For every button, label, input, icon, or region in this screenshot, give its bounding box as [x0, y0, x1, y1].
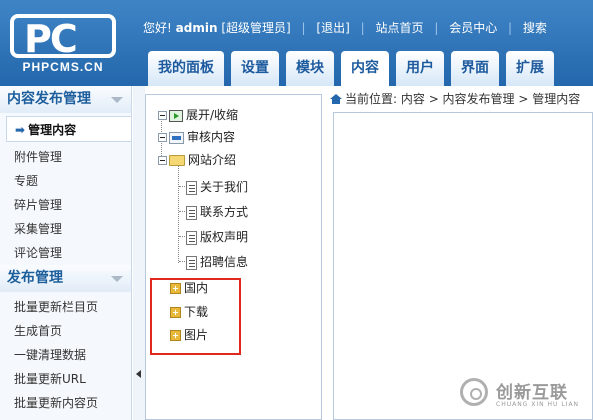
tree-connector	[178, 165, 179, 263]
collapse-box-icon[interactable]	[158, 156, 167, 165]
main-nav-tabs: 我的面板 设置 模块 内容 用户 界面 扩展	[148, 51, 561, 86]
sidebar-group-title: 内容发布管理	[7, 91, 91, 107]
user-role: [超级管理员]	[221, 21, 291, 35]
divider: |	[301, 21, 306, 35]
sidebar-item-label: 管理内容	[28, 123, 77, 137]
folder-open-icon	[169, 155, 185, 166]
tab-my-panel[interactable]: 我的面板	[148, 51, 224, 86]
phpcms-logo[interactable]: PC PHPCMS.CN	[8, 14, 118, 78]
home-icon	[330, 94, 342, 104]
tree-node-label: 审核内容	[187, 130, 236, 144]
arrow-right-icon: ➡	[15, 123, 26, 137]
sidebar-item-topics[interactable]: 专题	[0, 169, 131, 193]
search-link[interactable]: 搜索	[523, 21, 547, 35]
tree-node-site-intro[interactable]: 网站介绍	[158, 150, 236, 170]
breadcrumb-label: 当前位置:	[345, 92, 398, 106]
divider: |	[434, 21, 439, 35]
header-bar: PC PHPCMS.CN 您好! admin [超级管理员] | [退出] | …	[0, 0, 593, 86]
watermark-cn-text: 创新互联	[496, 383, 568, 403]
tree-node-about-us[interactable]: 关于我们	[186, 177, 248, 197]
collapse-arrow-icon[interactable]	[111, 97, 123, 103]
page-icon	[186, 255, 197, 270]
tab-content[interactable]: 内容	[341, 51, 389, 86]
left-sidebar: 内容发布管理 ➡ 管理内容 附件管理 专题 碎片管理 采集管理 评论管理 发布管理…	[0, 86, 132, 420]
tab-users[interactable]: 用户	[396, 51, 444, 86]
logout-link[interactable]: [退出]	[316, 21, 349, 35]
site-home-link[interactable]: 站点首页	[375, 21, 423, 35]
sidebar-item-attachments[interactable]: 附件管理	[0, 145, 131, 169]
logo-pc-box: PC	[10, 14, 116, 61]
tree-node-label: 版权声明	[200, 230, 249, 244]
watermark-circle-icon	[460, 378, 488, 406]
tree-node-toggle-all[interactable]: 展开/收缩	[158, 105, 238, 125]
main-content-frame	[333, 112, 593, 420]
collapse-left-icon[interactable]	[136, 370, 141, 378]
sidebar-item-clean-data[interactable]: 一键清理数据	[0, 343, 131, 367]
highlight-annotation-box	[150, 278, 241, 355]
sidebar-item-manage-content[interactable]: ➡ 管理内容	[6, 116, 131, 142]
member-center-link[interactable]: 会员中心	[449, 21, 497, 35]
sidebar-group-publish[interactable]: 发布管理	[0, 265, 131, 292]
logo-subtitle: PHPCMS.CN	[22, 60, 104, 74]
sidebar-item-update-content-pages[interactable]: 批量更新内容页	[0, 391, 131, 415]
breadcrumb-path[interactable]: 内容 > 内容发布管理 > 管理内容	[401, 92, 580, 106]
page-icon	[186, 205, 197, 220]
tree-node-copyright[interactable]: 版权声明	[186, 227, 248, 247]
sidebar-group-title: 发布管理	[7, 270, 63, 286]
tree-node-review[interactable]: 审核内容	[158, 127, 235, 147]
sidebar-item-collection[interactable]: 采集管理	[0, 217, 131, 241]
top-user-bar: 您好! admin [超级管理员] | [退出] | 站点首页 | 会员中心 |…	[143, 19, 547, 36]
page-icon	[186, 230, 197, 245]
greeting-text: 您好!	[143, 21, 172, 35]
sidebar-splitter[interactable]	[133, 86, 145, 420]
sidebar-item-update-url[interactable]: 批量更新URL	[0, 367, 131, 391]
tab-modules[interactable]: 模块	[286, 51, 334, 86]
watermark-en-text: CHUANG XIN HU LIAN	[496, 401, 580, 408]
category-tree-panel: 展开/收缩 审核内容 网站介绍 关于我们 联系方式 版权声明 招聘信息 国内 下…	[145, 94, 322, 420]
tree-node-label: 联系方式	[200, 205, 249, 219]
sidebar-item-comments[interactable]: 评论管理	[0, 241, 131, 265]
tree-node-label: 招聘信息	[200, 255, 249, 269]
tree-node-label: 网站介绍	[188, 153, 237, 167]
tree-node-label: 关于我们	[200, 180, 249, 194]
watermark-logo: 创新互联 CHUANG XIN HU LIAN	[460, 376, 593, 416]
sidebar-item-fragments[interactable]: 碎片管理	[0, 193, 131, 217]
collapse-box-icon[interactable]	[158, 133, 167, 142]
tab-extensions[interactable]: 扩展	[506, 51, 554, 86]
tree-node-contact[interactable]: 联系方式	[186, 202, 248, 222]
expand-toggle-icon	[169, 109, 183, 122]
sidebar-item-generate-homepage[interactable]: 生成首页	[0, 319, 131, 343]
divider: |	[508, 21, 513, 35]
username: admin	[175, 21, 218, 35]
logo-mark: PC	[24, 17, 78, 61]
tab-interface[interactable]: 界面	[451, 51, 499, 86]
page-icon	[186, 180, 197, 195]
tree-node-label: 展开/收缩	[186, 108, 239, 122]
collapse-box-icon[interactable]	[158, 111, 167, 120]
sidebar-group-content-publish[interactable]: 内容发布管理	[0, 86, 131, 113]
divider: |	[360, 21, 365, 35]
review-monitor-icon	[169, 131, 184, 144]
breadcrumb: 当前位置: 内容 > 内容发布管理 > 管理内容	[330, 90, 593, 108]
collapse-arrow-icon[interactable]	[111, 276, 123, 282]
tab-settings[interactable]: 设置	[231, 51, 279, 86]
sidebar-item-update-category-pages[interactable]: 批量更新栏目页	[0, 295, 131, 319]
tree-node-jobs[interactable]: 招聘信息	[186, 252, 248, 272]
